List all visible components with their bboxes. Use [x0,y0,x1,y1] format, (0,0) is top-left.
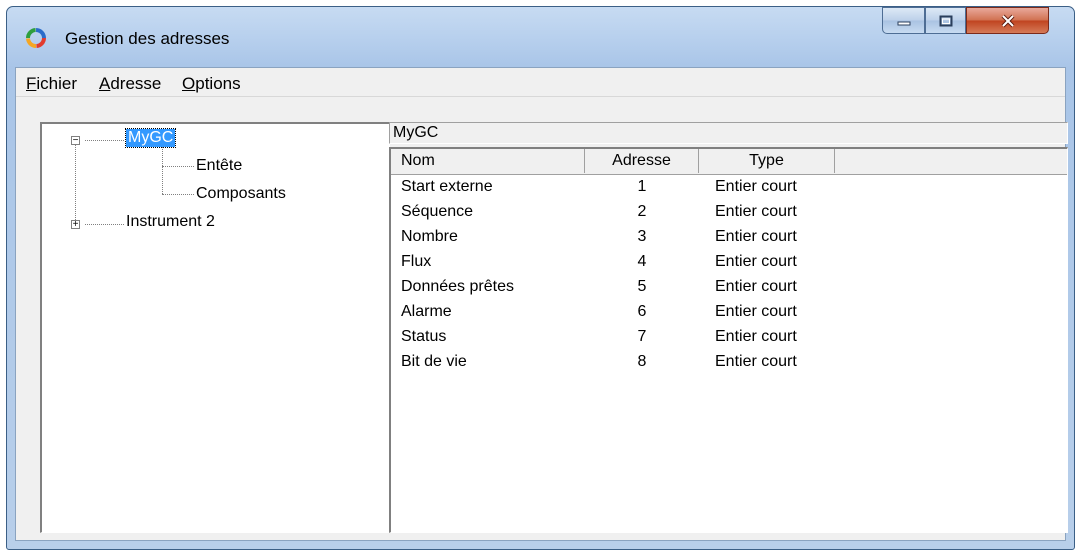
cell-adresse: 4 [637,253,647,270]
cell-type: Entier court [715,228,797,245]
tree-line-root [75,136,76,226]
cell-nom: Status [401,328,447,345]
tree-hline-composants [162,194,194,195]
tree-line-children [162,144,163,194]
cell-type: Entier court [715,253,797,270]
tree-hline-entete [162,166,194,167]
tree-item-composants[interactable]: Composants [196,185,286,203]
minimize-button[interactable] [882,7,925,34]
cell-adresse: 2 [637,203,647,220]
tree-item-entete[interactable]: Entête [196,157,242,175]
cell-type: Entier court [715,303,797,320]
column-header-nom[interactable]: Nom [391,149,585,173]
app-window: Gestion des adresses Fichier Adresse Opt… [6,6,1075,550]
menu-fichier[interactable]: Fichier [26,74,77,94]
cell-adresse: 6 [637,303,647,320]
tree-hline-instrument [85,224,124,225]
column-header-empty [835,149,1068,173]
window-content: Fichier Adresse Options − MyGC Entête Co… [15,67,1068,541]
tree-hline-root [85,140,124,141]
path-bar: MyGC [389,122,1068,144]
cell-adresse: 5 [637,278,647,295]
table-row[interactable]: Bit de vie 8 Entier court [391,353,1067,378]
menu-adresse[interactable]: Adresse [99,74,161,94]
maximize-button[interactable] [925,7,966,34]
cell-type: Entier court [715,278,797,295]
table-row[interactable]: Flux 4 Entier court [391,253,1067,278]
title-bar[interactable]: Gestion des adresses [7,7,1074,67]
tree-item-instrument-2[interactable]: Instrument 2 [126,213,215,231]
cell-nom: Start externe [401,178,493,195]
cell-type: Entier court [715,328,797,345]
menu-options[interactable]: Options [182,74,241,94]
column-header-adresse[interactable]: Adresse [585,149,699,173]
client-area: − MyGC Entête Composants + Instrument 2 … [16,97,1068,540]
address-list[interactable]: Nom Adresse Type Start externe 1 Entier co… [389,147,1068,533]
table-row[interactable]: Séquence 2 Entier court [391,203,1067,228]
cell-adresse: 8 [637,353,647,370]
cell-type: Entier court [715,203,797,220]
window-title: Gestion des adresses [65,29,230,48]
cell-nom: Nombre [401,228,458,245]
cell-adresse: 3 [637,228,647,245]
table-row[interactable]: Alarme 6 Entier court [391,303,1067,328]
table-row[interactable]: Status 7 Entier court [391,328,1067,353]
cell-adresse: 1 [637,178,647,195]
expand-icon[interactable]: + [71,220,80,230]
close-icon [1001,14,1014,27]
close-button[interactable] [966,7,1049,34]
cell-type: Entier court [715,353,797,370]
maximize-icon [939,15,952,26]
column-header-type[interactable]: Type [699,149,835,173]
cell-nom: Séquence [401,203,474,220]
cell-nom: Alarme [401,303,452,320]
menu-bar: Fichier Adresse Options [16,68,1065,97]
tree-item-mygc[interactable]: MyGC [124,128,177,148]
table-row[interactable]: Nombre 3 Entier court [391,228,1067,253]
cell-nom: Données prêtes [401,278,514,295]
cell-nom: Flux [401,253,432,270]
list-header: Nom Adresse Type [391,149,1067,175]
cell-adresse: 7 [637,328,647,345]
table-row[interactable]: Start externe 1 Entier court [391,178,1067,203]
app-icon [26,28,46,48]
collapse-icon[interactable]: − [71,136,80,146]
table-row[interactable]: Données prêtes 5 Entier court [391,278,1067,303]
tree-view[interactable]: − MyGC Entête Composants + Instrument 2 [40,122,390,533]
cell-nom: Bit de vie [401,353,467,370]
cell-type: Entier court [715,178,797,195]
minimize-icon [897,21,910,25]
